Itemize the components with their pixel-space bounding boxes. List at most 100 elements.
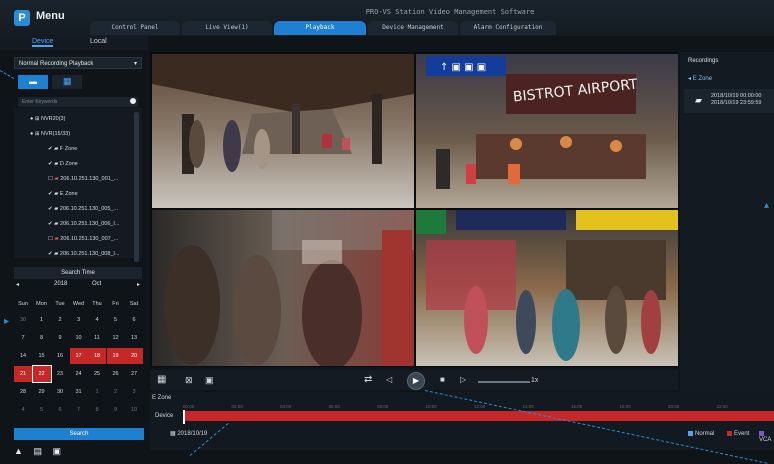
tree-item[interactable]: ☐ ▰ 206.10.251.130_001_...: [48, 172, 118, 187]
calendar-day[interactable]: 3: [70, 312, 88, 328]
calendar-day[interactable]: 25: [88, 366, 106, 382]
calendar-day[interactable]: 4: [14, 402, 32, 418]
tree-item[interactable]: ● ⊞ NVR20(3): [30, 112, 65, 127]
calendar-day[interactable]: 27: [125, 366, 143, 382]
tab-playback[interactable]: Playback: [274, 21, 366, 35]
calendar-day[interactable]: 2: [51, 312, 69, 328]
tree-item[interactable]: ✔ ▰ 206.10.251.130_005_...: [48, 202, 118, 217]
video-window-3[interactable]: [152, 210, 414, 366]
calendar-day[interactable]: 29: [33, 384, 51, 400]
info-icon[interactable]: ▣: [52, 446, 61, 456]
calendar-day[interactable]: 26: [107, 366, 125, 382]
tab-live-view[interactable]: Live View(1): [182, 21, 272, 35]
tree-item[interactable]: ✔ ▰ 206.10.251.130_006_I...: [48, 217, 120, 232]
calendar-day[interactable]: 1: [88, 384, 106, 400]
calendar-day[interactable]: 1: [33, 312, 51, 328]
calendar-day[interactable]: 2: [107, 384, 125, 400]
calendar-day[interactable]: 4: [88, 312, 106, 328]
calendar-day[interactable]: 16: [51, 348, 69, 364]
calendar-day[interactable]: 28: [14, 384, 32, 400]
tree-item[interactable]: ✔ ▰ E Zone: [48, 187, 78, 202]
calendar-day[interactable]: 18: [88, 348, 106, 364]
group-view-toggle[interactable]: ▦: [52, 75, 82, 89]
calendar-day[interactable]: 12: [107, 330, 125, 346]
calendar-day[interactable]: 21: [14, 366, 32, 382]
checkbox-icon[interactable]: ✔: [48, 251, 53, 257]
calendar-day[interactable]: 30: [14, 312, 32, 328]
tree-item[interactable]: ☐ ▰ 206.10.251.130_007_...: [48, 232, 118, 247]
warning-icon[interactable]: ▲: [14, 446, 23, 456]
calendar-day[interactable]: 7: [70, 402, 88, 418]
calendar-month[interactable]: Oct: [92, 281, 101, 287]
calendar-day[interactable]: 5: [33, 402, 51, 418]
tree-item[interactable]: ✔ ▰ F Zone: [48, 142, 77, 157]
window-layout-icon[interactable]: ▦: [157, 374, 166, 385]
calendar-day[interactable]: 6: [51, 402, 69, 418]
slow-icon[interactable]: ◁: [386, 375, 392, 384]
app-logo-icon[interactable]: P: [14, 10, 30, 26]
calendar-day[interactable]: 30: [51, 384, 69, 400]
calendar-day[interactable]: 20: [125, 348, 143, 364]
calendar-day[interactable]: 6: [125, 312, 143, 328]
checkbox-icon[interactable]: ✔: [48, 146, 53, 152]
sync-icon[interactable]: ⇄: [364, 374, 372, 385]
tab-alarm-configuration[interactable]: Alarm Configuration: [460, 21, 556, 35]
checkbox-icon[interactable]: ✔: [48, 206, 53, 212]
calendar-day[interactable]: 8: [33, 330, 51, 346]
calendar-day[interactable]: 9: [51, 330, 69, 346]
next-month-icon[interactable]: ▸: [137, 281, 140, 288]
recordings-group[interactable]: ◂ E Zone: [688, 75, 712, 82]
tree-item[interactable]: ● ⊞ NVR(15/33): [30, 127, 70, 142]
calendar-day[interactable]: 15: [33, 348, 51, 364]
tree-item[interactable]: ✔ ▰ D Zone: [48, 157, 78, 172]
subtab-device[interactable]: Device: [32, 38, 54, 47]
playhead[interactable]: [183, 410, 185, 424]
prev-month-icon[interactable]: ◂: [16, 281, 19, 288]
calendar-year[interactable]: 2018: [54, 281, 67, 287]
video-window-4[interactable]: [416, 210, 678, 366]
close-all-icon[interactable]: ⊠: [185, 375, 193, 386]
calendar-day[interactable]: 11: [88, 330, 106, 346]
video-window-1[interactable]: [152, 54, 414, 208]
video-window-2[interactable]: ↑ ▣ ▣ ▣ BISTROT AIRPORT: [416, 54, 678, 208]
timeline-row[interactable]: ▦ 2018/10/19: [170, 430, 207, 437]
calendar-day[interactable]: 23: [51, 366, 69, 382]
speed-slider[interactable]: [478, 381, 530, 383]
play-button[interactable]: ▶: [407, 372, 425, 390]
calendar-day[interactable]: 17: [69, 348, 88, 364]
document-icon[interactable]: ▤: [33, 446, 42, 456]
calendar-day[interactable]: 10: [70, 330, 88, 346]
device-view-toggle[interactable]: ▬: [18, 75, 48, 89]
checkbox-icon[interactable]: ☐: [48, 176, 53, 182]
snapshot-icon[interactable]: ▣: [205, 375, 214, 386]
calendar-day[interactable]: 14: [14, 348, 32, 364]
calendar-day[interactable]: 19: [106, 348, 125, 364]
subtab-local[interactable]: Local: [90, 38, 107, 45]
event-recording-bar[interactable]: [183, 411, 774, 421]
calendar-day[interactable]: 5: [107, 312, 125, 328]
checkbox-icon[interactable]: ✔: [48, 221, 53, 227]
tab-device-management[interactable]: Device Management: [368, 21, 458, 35]
stop-icon[interactable]: ■: [440, 375, 445, 384]
calendar-day[interactable]: 3: [125, 384, 143, 400]
calendar-day[interactable]: 31: [70, 384, 88, 400]
checkbox-icon[interactable]: ✔: [48, 191, 53, 197]
calendar-day[interactable]: 24: [70, 366, 88, 382]
menu-label[interactable]: Menu: [36, 10, 65, 22]
calendar-day[interactable]: 7: [14, 330, 32, 346]
calendar-day[interactable]: 8: [88, 402, 106, 418]
calendar-day[interactable]: 10: [125, 402, 143, 418]
tree-item[interactable]: ✔ ▰ 206.10.251.130_008_I...: [48, 247, 120, 262]
checkbox-icon[interactable]: ✔: [48, 161, 53, 167]
calendar-day[interactable]: 9: [107, 402, 125, 418]
fast-icon[interactable]: ▷: [460, 375, 466, 384]
search-icon[interactable]: [130, 98, 136, 104]
playback-mode-select[interactable]: Normal Recording Playback ▾: [14, 57, 142, 69]
search-button[interactable]: Search: [14, 428, 144, 440]
calendar-day[interactable]: 22: [31, 365, 52, 383]
search-input[interactable]: Enter Keywords: [18, 97, 138, 107]
tab-control-panel[interactable]: Control Panel: [90, 21, 180, 35]
calendar-day[interactable]: 13: [125, 330, 143, 346]
tree-scrollbar[interactable]: [134, 112, 139, 262]
checkbox-icon[interactable]: ☐: [48, 236, 53, 242]
